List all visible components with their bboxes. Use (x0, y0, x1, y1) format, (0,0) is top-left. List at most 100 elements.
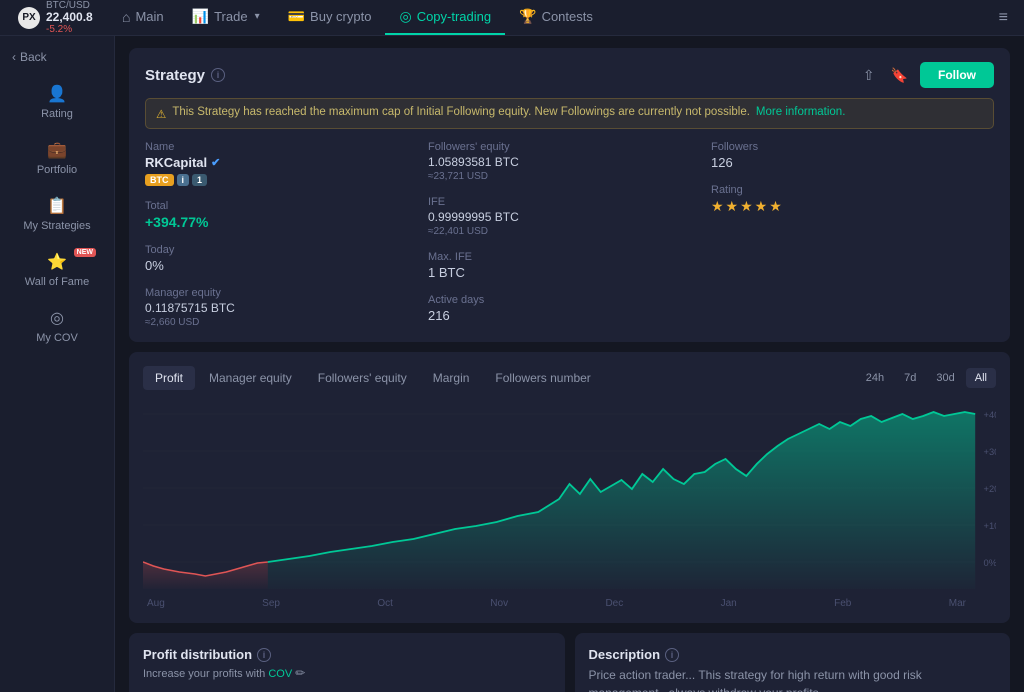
total-item: Total +394.77% (145, 200, 428, 230)
profit-chart: +400% +300% +200% +100% 0% (143, 404, 996, 594)
strategy-name-value: RKCapital ✔ (145, 155, 428, 170)
warning-icon: ⚠ (156, 107, 166, 121)
today-label: Today (145, 244, 428, 256)
svg-text:+300%: +300% (984, 447, 996, 457)
brand-icon: PX (18, 7, 40, 29)
brand-logo: PX BTC/USD 22,400.8 -5.2% (8, 0, 108, 35)
active-days-label: Active days (428, 294, 711, 306)
manager-equity-item: Manager equity 0.11875715 BTC ≈2,660 USD (145, 287, 428, 328)
manager-equity-btc: 0.11875715 BTC (145, 301, 428, 315)
strategies-icon: 📋 (47, 196, 67, 216)
time-tab-all[interactable]: All (966, 368, 996, 388)
badge-num: 1 (192, 174, 207, 186)
followers-value: 126 (711, 155, 994, 170)
time-tab-24h[interactable]: 24h (857, 368, 893, 388)
x-label-feb: Feb (834, 598, 851, 609)
back-button[interactable]: ‹ Back (0, 44, 114, 74)
top-navigation: PX BTC/USD 22,400.8 -5.2% ⌂ Main 📊 Trade… (0, 0, 1024, 36)
nav-item-trade[interactable]: 📊 Trade ▾ (178, 0, 274, 35)
svg-text:+100%: +100% (984, 521, 996, 531)
profit-dist-info-icon[interactable]: i (257, 648, 271, 662)
chart-tabs-row: Profit Manager equity Followers' equity … (143, 366, 996, 390)
time-tab-7d[interactable]: 7d (895, 368, 925, 388)
chart-tab-followers-number[interactable]: Followers number (483, 366, 602, 390)
badge-i: i (177, 174, 190, 186)
x-label-sep: Sep (262, 598, 280, 609)
max-ife-item: Max. IFE 1 BTC (428, 251, 711, 280)
profit-distribution-title: Profit distribution (143, 647, 252, 662)
sidebar-label-my-strategies: My Strategies (23, 220, 90, 232)
description-text: Price action trader... This strategy for… (589, 666, 997, 692)
chart-tab-manager-equity[interactable]: Manager equity (197, 366, 304, 390)
chevron-down-icon: ▾ (255, 11, 260, 22)
today-value: 0% (145, 258, 428, 273)
cov-icon: ◎ (50, 308, 64, 328)
strategy-title-text: Strategy (145, 67, 205, 84)
sidebar-item-my-cov[interactable]: ◎ My COV (0, 298, 114, 354)
strategy-info-icon[interactable]: i (211, 68, 225, 82)
sidebar-item-portfolio[interactable]: 💼 Portfolio (0, 130, 114, 186)
total-label: Total (145, 200, 428, 212)
increase-text: Increase your profits with (143, 668, 265, 680)
chart-tab-margin[interactable]: Margin (421, 366, 482, 390)
rating-stars: ★★★★★ (711, 198, 994, 215)
bookmark-button[interactable]: 🔖 (887, 63, 912, 88)
home-icon: ⌂ (122, 9, 130, 25)
followers-equity-btc: 1.05893581 BTC (428, 155, 711, 169)
sidebar-item-my-strategies[interactable]: 📋 My Strategies (0, 186, 114, 242)
badge-btc: BTC (145, 174, 174, 186)
alert-link[interactable]: More information. (756, 106, 845, 118)
brand-price-container: BTC/USD 22,400.8 -5.2% (46, 0, 93, 35)
rating-label: Rating (711, 184, 994, 196)
nav-label-buy-crypto: Buy crypto (310, 9, 371, 24)
followers-label: Followers (711, 141, 994, 153)
strategy-card: Strategy i ⇧ 🔖 Follow ⚠ This Strategy ha… (129, 48, 1010, 342)
x-label-jan: Jan (721, 598, 737, 609)
chart-x-labels: Aug Sep Oct Nov Dec Jan Feb Mar (143, 594, 996, 609)
sidebar-item-wall-of-fame[interactable]: NEW ⭐ Wall of Fame (0, 242, 114, 298)
increase-row: Increase your profits with COV ✏ (143, 666, 551, 680)
menu-icon[interactable]: ≡ (999, 9, 1008, 26)
share-button[interactable]: ⇧ (859, 63, 879, 88)
copy-trading-icon: ◎ (399, 8, 411, 25)
ife-label: IFE (428, 196, 711, 208)
time-tabs: 24h 7d 30d All (857, 368, 996, 388)
sidebar-item-rating[interactable]: 👤 Rating (0, 74, 114, 130)
x-label-oct: Oct (377, 598, 393, 609)
strategy-header: Strategy i ⇧ 🔖 Follow (145, 62, 994, 88)
follow-button[interactable]: Follow (920, 62, 994, 88)
nav-item-copy-trading[interactable]: ◎ Copy-trading (385, 0, 505, 35)
profit-distribution-title-row: Profit distribution i (143, 647, 551, 662)
chart-tab-profit[interactable]: Profit (143, 366, 195, 390)
nav-label-contests: Contests (542, 9, 593, 24)
name-text: RKCapital (145, 155, 207, 170)
time-tab-30d[interactable]: 30d (927, 368, 963, 388)
strategy-actions: ⇧ 🔖 Follow (859, 62, 994, 88)
manager-equity-label: Manager equity (145, 287, 428, 299)
back-label: Back (20, 50, 47, 64)
svg-text:0%: 0% (984, 558, 996, 568)
brand-price-change: -5.2% (46, 24, 93, 35)
cov-link[interactable]: COV (268, 668, 292, 680)
svg-text:+400%: +400% (984, 410, 996, 420)
strategy-col-3: Followers 126 Rating ★★★★★ (711, 141, 994, 328)
nav-item-buy-crypto[interactable]: 💳 Buy crypto (274, 0, 386, 35)
max-ife-label: Max. IFE (428, 251, 711, 263)
nav-item-main[interactable]: ⌂ Main (108, 0, 178, 35)
sidebar-label-my-cov: My COV (36, 332, 78, 344)
star-icon: ⭐ (47, 252, 67, 272)
description-info-icon[interactable]: i (665, 648, 679, 662)
nav-item-contests[interactable]: 🏆 Contests (505, 0, 607, 35)
alert-text: This Strategy has reached the maximum ca… (172, 106, 750, 118)
verified-icon: ✔ (211, 156, 220, 169)
manager-equity-usd: ≈2,660 USD (145, 317, 428, 328)
x-label-dec: Dec (605, 598, 623, 609)
active-days-value: 216 (428, 308, 711, 323)
ife-usd: ≈22,401 USD (428, 226, 711, 237)
briefcase-icon: 💼 (47, 140, 67, 160)
strategy-name-value-container: RKCapital ✔ BTC i 1 (145, 155, 428, 186)
main-layout: ‹ Back 👤 Rating 💼 Portfolio 📋 My Strateg… (0, 36, 1024, 692)
chart-tab-followers-equity[interactable]: Followers' equity (306, 366, 419, 390)
description-card: Description i Price action trader... Thi… (575, 633, 1011, 692)
sidebar-label-wall-of-fame: Wall of Fame (25, 276, 89, 288)
